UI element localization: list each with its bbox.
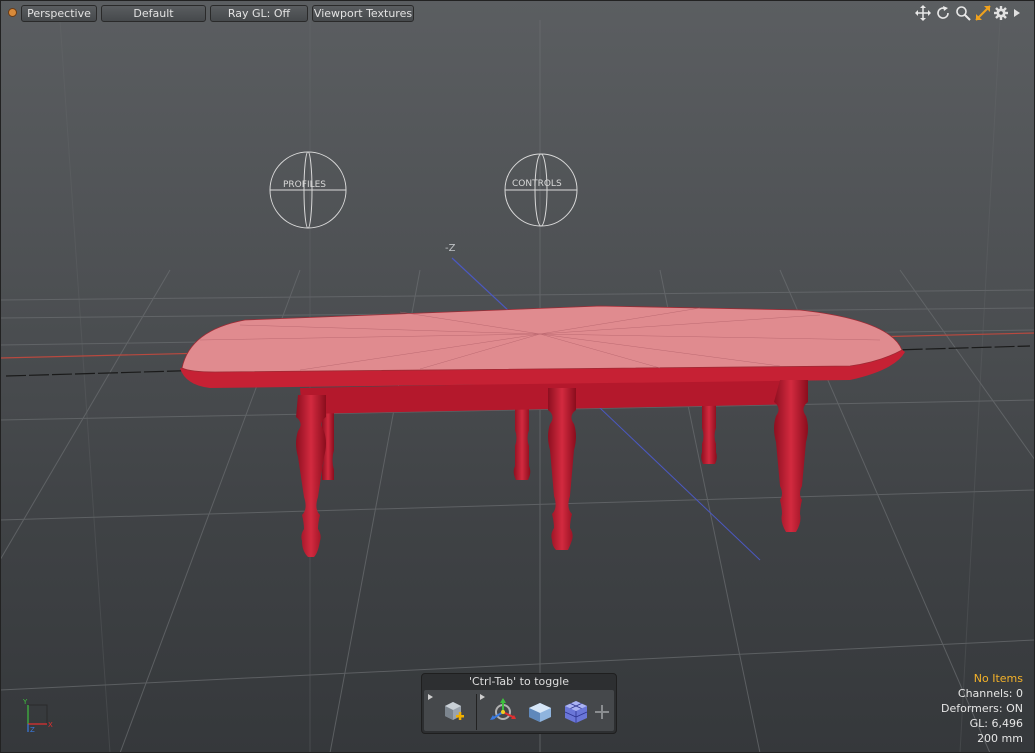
items-status: No Items — [973, 672, 1023, 685]
cube-primitive-icon[interactable] — [524, 696, 554, 726]
add-item-icon[interactable] — [438, 696, 468, 726]
gizmo-x-label: X — [48, 721, 53, 729]
locator-controls — [504, 153, 578, 227]
locator-profiles-label: PROFILES — [283, 180, 327, 190]
move-view-icon[interactable] — [915, 5, 931, 21]
palette-separator — [476, 694, 477, 730]
scene-view — [0, 19, 1035, 753]
deformers-status: Deformers: ON — [941, 702, 1023, 715]
channels-status: Channels: 0 — [957, 687, 1023, 700]
zoom-view-icon[interactable] — [955, 5, 971, 21]
viewport-textures-button[interactable]: Viewport Textures — [312, 5, 414, 22]
shading-mode-button[interactable]: Default — [101, 5, 206, 22]
tool-palette: 'Ctrl-Tab' to toggle — [421, 673, 617, 734]
maximize-icon[interactable] — [975, 5, 991, 21]
locator-controls-label: CONTROLS — [512, 179, 562, 189]
palette-title: 'Ctrl-Tab' to toggle — [468, 675, 570, 688]
ray-gl-button[interactable]: Ray GL: Off — [210, 5, 308, 22]
locator-profiles — [269, 151, 347, 229]
gear-icon[interactable] — [993, 5, 1009, 21]
add-icon[interactable] — [594, 696, 610, 726]
view-mode-button[interactable]: Perspective — [21, 5, 97, 22]
viewport-status: No Items Channels: 0 Deformers: ON GL: 6… — [941, 671, 1023, 746]
axis-gizmo-icon: Y Z X — [22, 698, 53, 734]
transform-tool-icon[interactable] — [488, 696, 518, 726]
palette-expand-icon[interactable] — [480, 694, 485, 700]
palette-body — [424, 690, 614, 731]
rotate-view-icon[interactable] — [935, 5, 951, 21]
table-top — [181, 305, 903, 373]
grid-size-status: 200 mm — [977, 732, 1023, 745]
3d-viewport[interactable]: Perspective Default Ray GL: Off Viewport… — [0, 0, 1035, 753]
axis-label: -Z — [445, 243, 456, 254]
gl-status: GL: 6,496 — [969, 717, 1023, 730]
menu-arrow-icon[interactable] — [1012, 5, 1022, 21]
grid-cubes-icon[interactable] — [560, 696, 590, 726]
palette-expand-icon[interactable] — [428, 694, 433, 700]
viewport-menu-icon[interactable] — [8, 8, 17, 17]
gizmo-y-label: Y — [22, 698, 28, 706]
gizmo-z-label: Z — [30, 726, 35, 734]
